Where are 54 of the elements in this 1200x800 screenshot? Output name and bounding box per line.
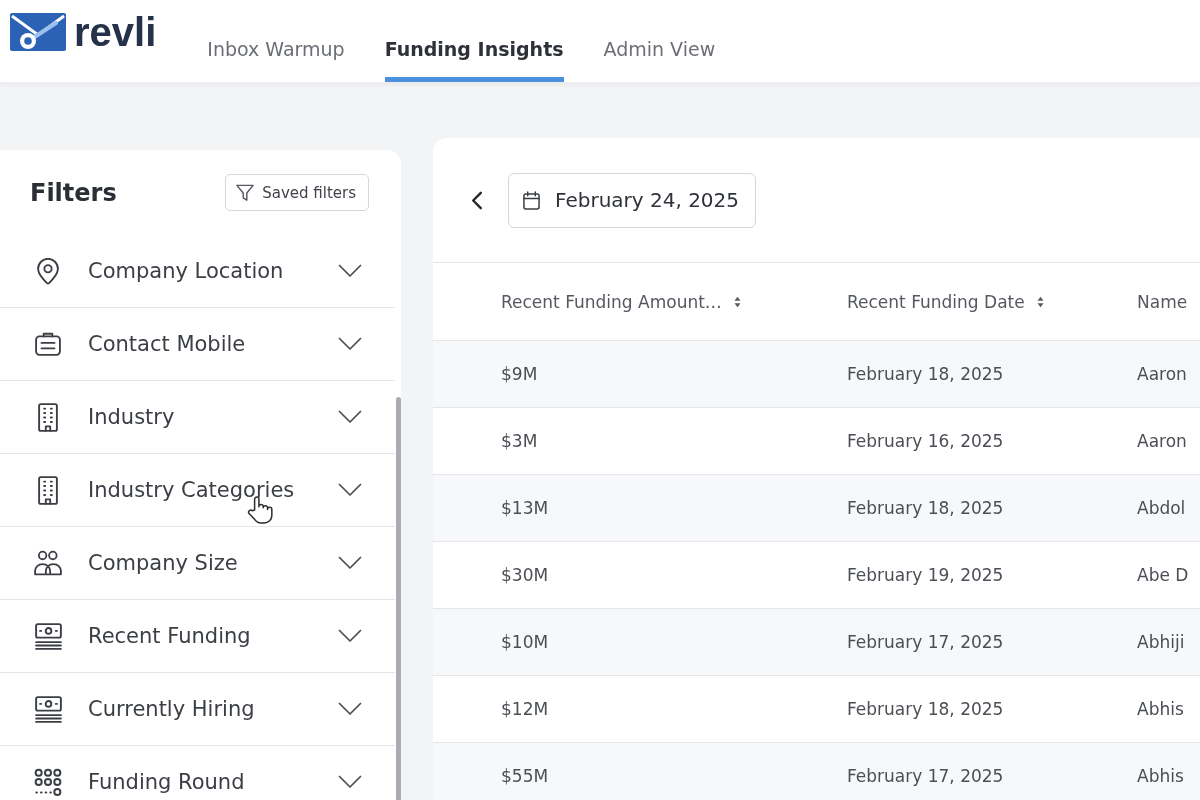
- filter-item[interactable]: Company Location: [0, 235, 395, 308]
- chevron-left-icon: [471, 190, 483, 210]
- table-cell-text: $13M: [501, 498, 550, 518]
- banknote-icon: [34, 622, 62, 650]
- scrollbar[interactable]: [396, 397, 401, 800]
- filter-item[interactable]: Industry: [0, 381, 395, 454]
- column-header[interactable]: Recent Funding Amount…: [501, 291, 847, 312]
- building-icon: [38, 402, 58, 432]
- column-header[interactable]: Name: [1137, 291, 1200, 312]
- location-pin-icon: [37, 257, 59, 285]
- panel-title: Filters: [30, 178, 117, 207]
- date-picker-button[interactable]: February 24, 2025: [508, 172, 757, 228]
- nav-tab[interactable]: Admin View: [603, 0, 716, 82]
- table-cell-text: Abhiji: [1137, 632, 1186, 652]
- table-cell-text: Abdol: [1137, 498, 1187, 518]
- table-cell-text: $55M: [501, 766, 550, 786]
- table-cell-text: Abhis: [1137, 699, 1185, 719]
- envelope-logo-icon: [10, 13, 66, 51]
- table-cell-text: Aaron: [1137, 364, 1188, 384]
- calendar-icon: [523, 190, 540, 210]
- table-cell-text: Abe D: [1137, 565, 1190, 585]
- table-cell-text: February 18, 2025: [847, 498, 1005, 518]
- sort-icon[interactable]: [1036, 295, 1044, 308]
- table-cell-text: $9M: [501, 364, 539, 384]
- saved-filters-button[interactable]: Saved filters: [225, 174, 369, 211]
- table-cell-text: February 18, 2025: [847, 699, 1005, 719]
- briefcase-icon: [35, 332, 61, 356]
- column-header[interactable]: Recent Funding Date: [847, 291, 1137, 312]
- table-cell-text: $12M: [501, 699, 550, 719]
- filter-funnel-icon: [236, 183, 255, 202]
- table-cell-text: Aaron: [1137, 431, 1188, 451]
- sort-icon[interactable]: [733, 295, 741, 308]
- filter-item[interactable]: Recent Funding: [0, 600, 395, 673]
- banknote-icon: [34, 695, 62, 723]
- filter-item[interactable]: Contact Mobile: [0, 308, 395, 381]
- table-cell-text: $30M: [501, 565, 550, 585]
- logo-text: revli: [74, 12, 157, 52]
- table-cell-text: February 17, 2025: [847, 766, 1005, 786]
- table-cell-text: $3M: [501, 431, 539, 451]
- building-icon: [38, 475, 58, 505]
- dot-grid-icon: [34, 768, 62, 796]
- filter-item[interactable]: Funding Round: [0, 746, 395, 800]
- filter-item[interactable]: Company Size: [0, 527, 395, 600]
- table-cell-text: February 16, 2025: [847, 431, 1005, 451]
- nav-tab[interactable]: Inbox Warmup: [207, 0, 345, 82]
- nav-tab[interactable]: Funding Insights: [384, 0, 564, 82]
- filter-item[interactable]: Currently Hiring: [0, 673, 395, 746]
- table-cell-text: February 19, 2025: [847, 565, 1005, 585]
- back-button[interactable]: [471, 190, 483, 210]
- table-cell-text: Abhis: [1137, 766, 1185, 786]
- table-cell-text: February 18, 2025: [847, 364, 1005, 384]
- table-cell-text: $10M: [501, 632, 550, 652]
- table-cell-text: February 17, 2025: [847, 632, 1005, 652]
- people-icon: [34, 550, 62, 576]
